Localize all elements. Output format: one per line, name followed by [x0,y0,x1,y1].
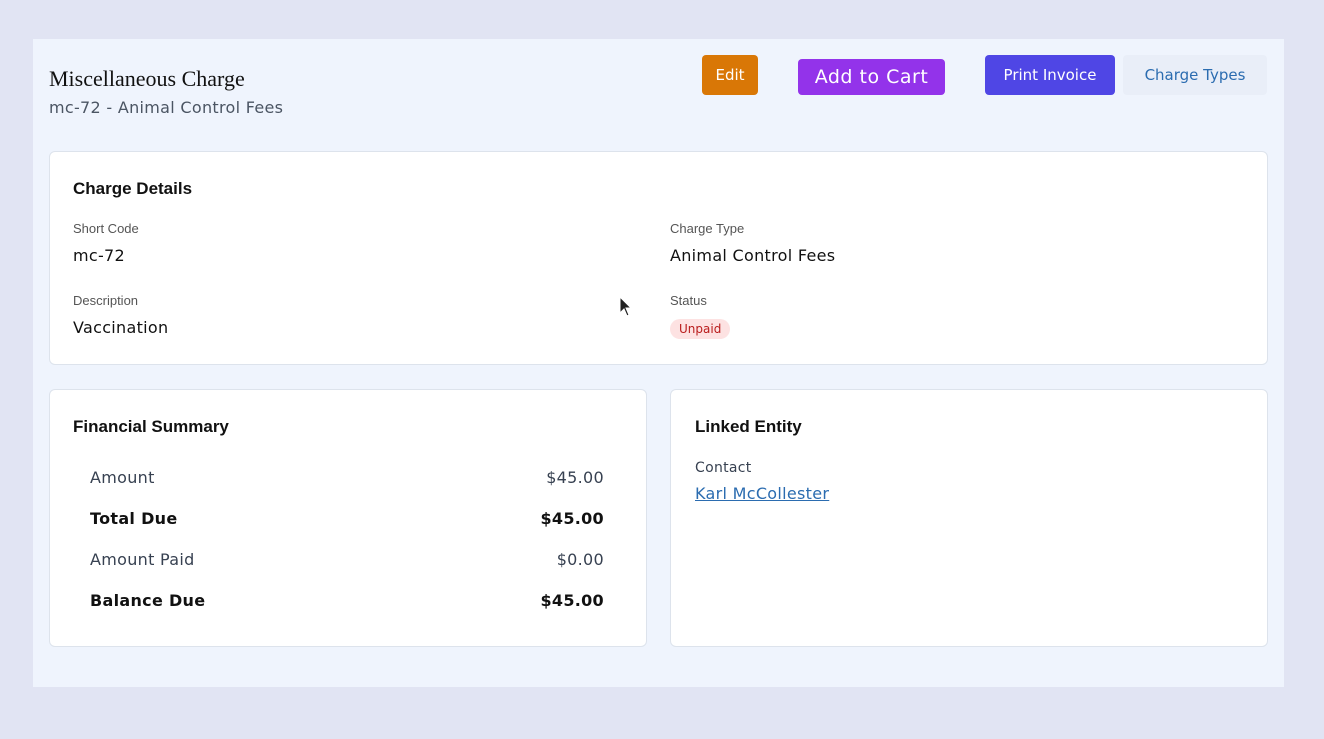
contact-link[interactable]: Karl McCollester [695,484,829,503]
charge-page: Miscellaneous Charge mc-72 - Animal Cont… [33,39,1284,687]
financial-row-value: $45.00 [540,591,604,610]
financial-row-total-due: Total Due $45.00 [90,509,604,528]
charge-details-heading: Charge Details [73,179,193,198]
description-label: Description [73,293,139,308]
short-code-label: Short Code [73,221,139,236]
add-to-cart-button[interactable]: Add to Cart [798,59,945,95]
charge-types-button[interactable]: Charge Types [1123,55,1267,95]
financial-row-label: Total Due [90,509,178,528]
financial-row-value: $45.00 [546,468,604,487]
print-invoice-button[interactable]: Print Invoice [985,55,1115,95]
financial-row-label: Amount Paid [90,550,195,569]
contact-label: Contact [695,460,752,476]
financial-row-balance-due: Balance Due $45.00 [90,591,604,610]
financial-row-label: Amount [90,468,155,487]
linked-entity-heading: Linked Entity [695,417,802,436]
page-title: Miscellaneous Charge [49,66,245,91]
edit-button[interactable]: Edit [702,55,758,95]
short-code-value: mc-72 [73,246,126,265]
description-value: Vaccination [73,318,169,337]
charge-details-card: Charge Details Short Code mc-72 Charge T… [49,151,1268,365]
financial-summary-heading: Financial Summary [73,417,229,436]
financial-row-amount-paid: Amount Paid $0.00 [90,550,604,569]
status-label: Status [670,293,707,308]
charge-type-label: Charge Type [670,221,745,236]
financial-row-label: Balance Due [90,591,206,610]
financial-row-value: $45.00 [540,509,604,528]
page-subtitle: mc-72 - Animal Control Fees [49,98,284,117]
linked-entity-card: Linked Entity Contact Karl McCollester [670,389,1268,647]
financial-row-amount: Amount $45.00 [90,468,604,487]
financial-summary-card: Financial Summary Amount $45.00 Total Du… [49,389,647,647]
status-badge: Unpaid [670,319,731,339]
charge-type-value: Animal Control Fees [670,246,836,265]
financial-row-value: $0.00 [556,550,604,569]
mouse-cursor-icon [619,296,633,317]
